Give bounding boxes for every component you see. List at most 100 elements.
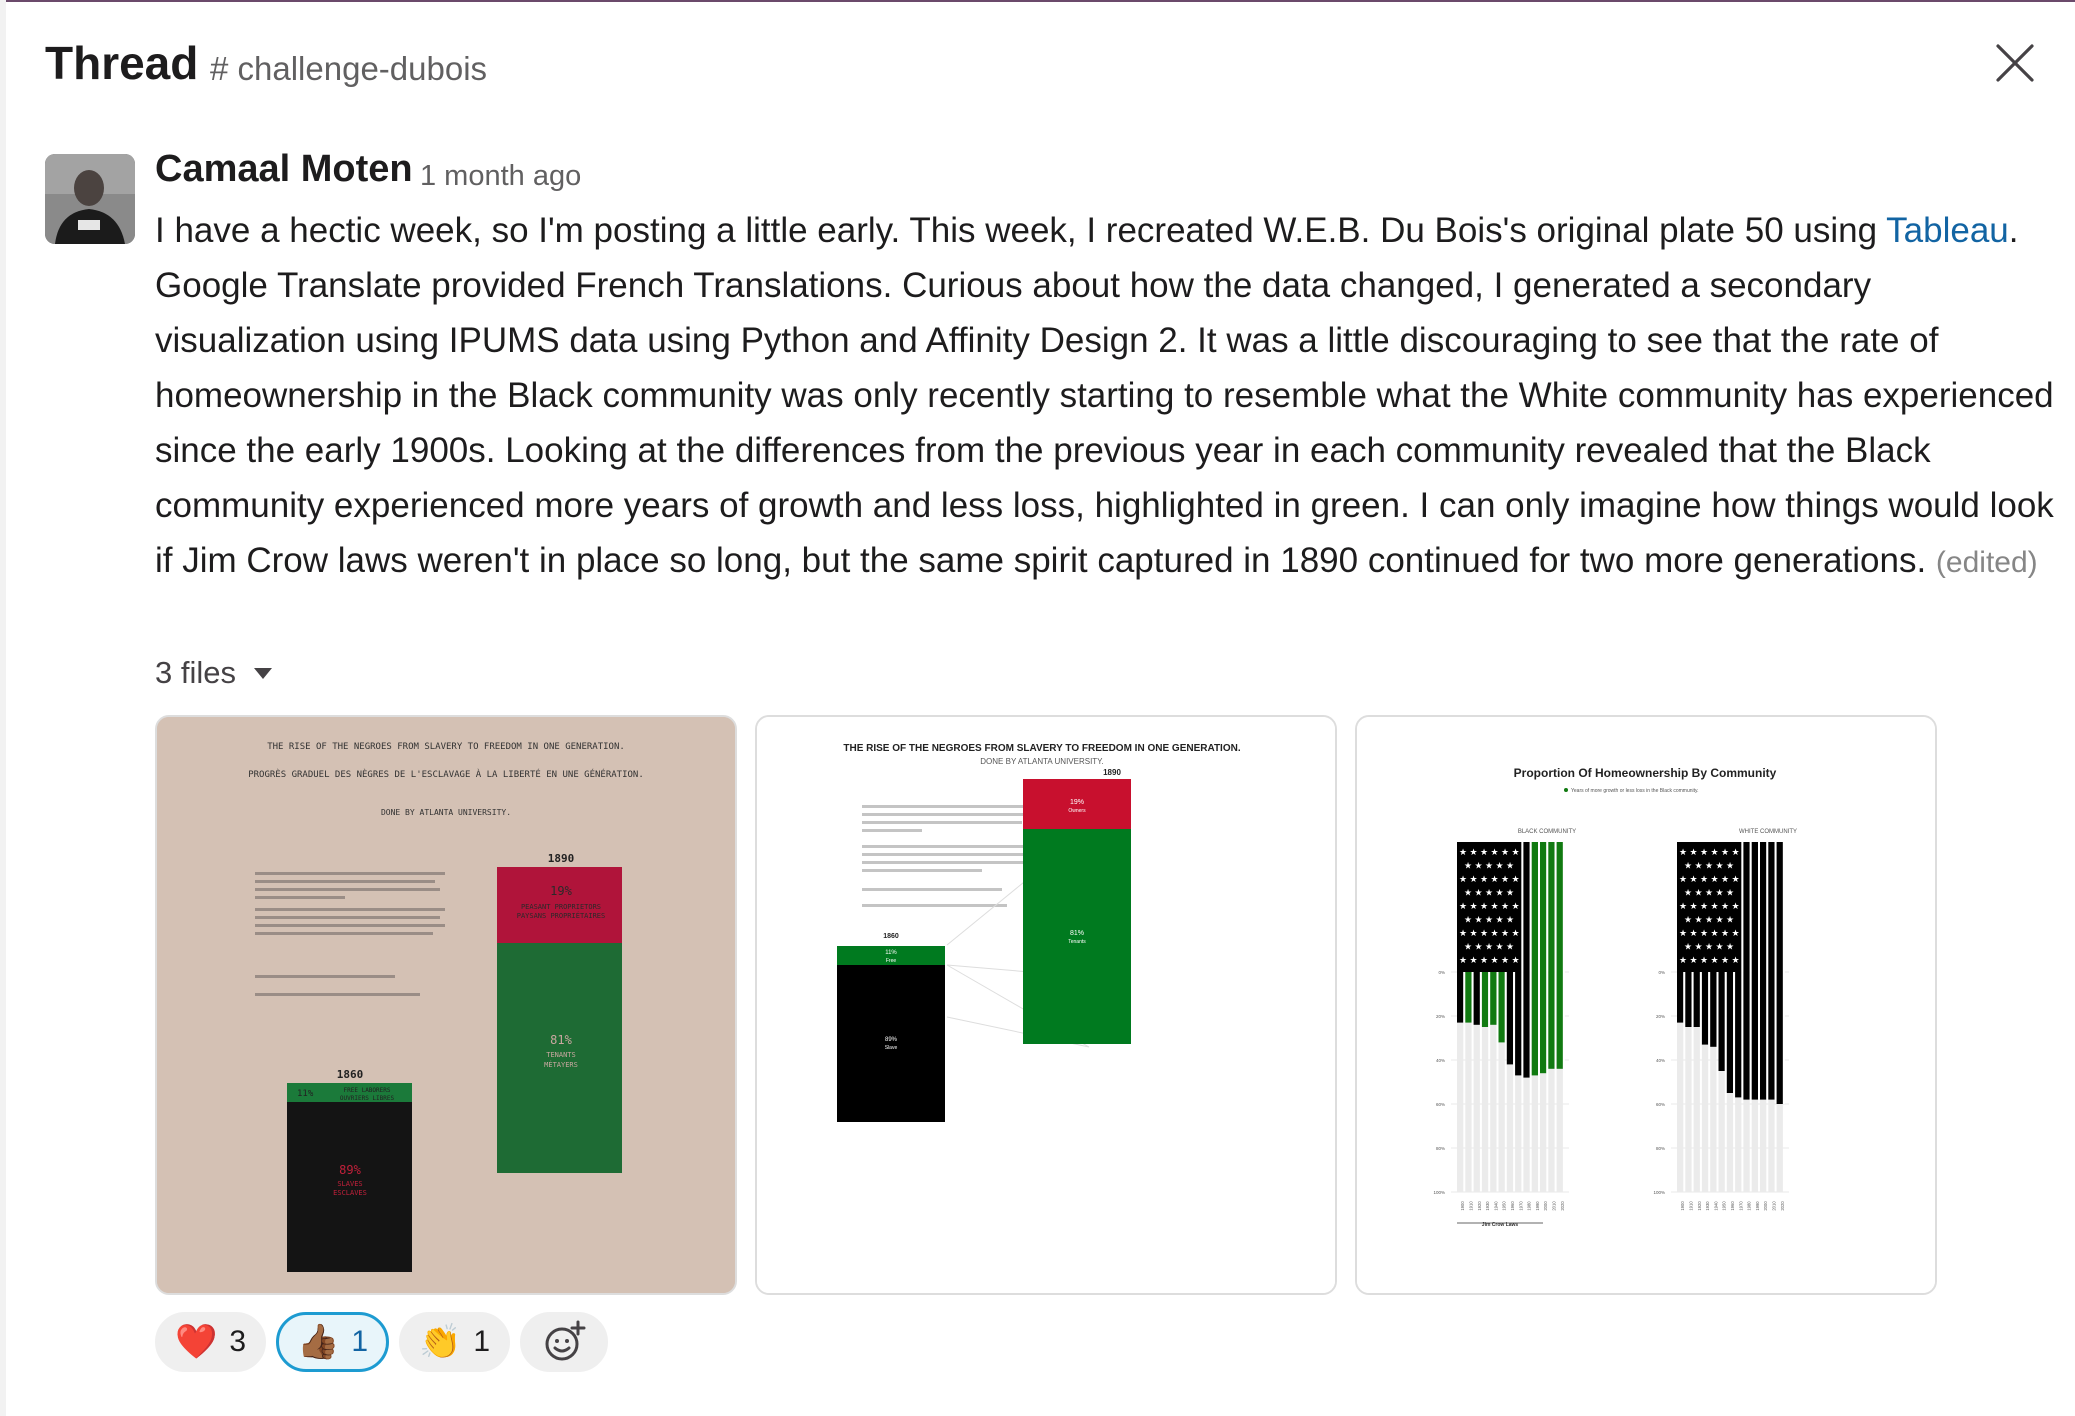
- star-icon: ★: [1715, 888, 1723, 898]
- white-bar: [1768, 842, 1775, 1100]
- plate1-tenants-label-fr: MÉTAYERS: [544, 1060, 578, 1069]
- reactions-bar: ❤️ 3 👍🏾 1 👏 1: [155, 1312, 609, 1372]
- file-attachment-homeownership-chart[interactable]: Proportion Of Homeownership By Community…: [1355, 715, 1937, 1295]
- white-stripe-gap: [1758, 842, 1760, 1100]
- star-icon: ★: [1705, 888, 1713, 898]
- star-icon: ★: [1710, 874, 1718, 884]
- black-x-tick: 1910: [1468, 1201, 1473, 1211]
- star-icon: ★: [1506, 915, 1514, 925]
- reaction-thumbsup[interactable]: 👍🏾 1: [276, 1312, 390, 1372]
- plate2-owners-pct: 19%: [1070, 799, 1084, 806]
- star-icon: ★: [1511, 874, 1519, 884]
- star-icon: ★: [1710, 847, 1718, 857]
- black-x-tick: 1920: [1477, 1201, 1482, 1211]
- black-y-tick: 80%: [1436, 1146, 1445, 1151]
- white-y-tick: 0%: [1658, 970, 1665, 975]
- star-icon: ★: [1689, 901, 1697, 911]
- star-icon: ★: [1464, 915, 1472, 925]
- black-community-label: BLACK COMMUNITY: [1518, 829, 1576, 835]
- star-icon: ★: [1726, 888, 1734, 898]
- star-icon: ★: [1689, 847, 1697, 857]
- star-icon: ★: [1689, 928, 1697, 938]
- files-toggle[interactable]: 3 files: [155, 655, 272, 691]
- star-icon: ★: [1464, 888, 1472, 898]
- plate-original-image: THE RISE OF THE NEGROES FROM SLAVERY TO …: [157, 717, 735, 1293]
- homeownership-chart: Proportion Of Homeownership By Community…: [1357, 717, 1935, 1293]
- star-icon: ★: [1731, 955, 1739, 965]
- star-icon: ★: [1694, 915, 1702, 925]
- heart-emoji-icon: ❤️: [175, 1323, 218, 1361]
- star-icon: ★: [1506, 942, 1514, 952]
- star-icon: ★: [1495, 861, 1503, 871]
- plate1-free-label-fr: OUVRIERS LIBRES: [340, 1095, 395, 1102]
- white-y-tick: 20%: [1656, 1014, 1665, 1019]
- black-y-tick: 60%: [1436, 1102, 1445, 1107]
- jim-crow-label: Jim Crow Laws: [1482, 1222, 1519, 1228]
- plate1-owners-label: PEASANT PROPRIETORS: [521, 903, 601, 911]
- star-icon: ★: [1715, 942, 1723, 952]
- white-y-tick: 40%: [1656, 1058, 1665, 1063]
- reaction-clap[interactable]: 👏 1: [399, 1312, 511, 1372]
- white-bar: [1776, 842, 1783, 1104]
- white-bar: [1760, 842, 1767, 1100]
- star-icon: ★: [1731, 847, 1739, 857]
- star-icon: ★: [1501, 901, 1509, 911]
- reaction-heart[interactable]: ❤️ 3: [155, 1312, 267, 1372]
- tableau-link[interactable]: Tableau: [1886, 211, 2009, 250]
- close-button[interactable]: [1990, 38, 2040, 88]
- black-x-tick: 1940: [1493, 1201, 1498, 1211]
- star-icon: ★: [1469, 955, 1477, 965]
- star-icon: ★: [1474, 861, 1482, 871]
- star-icon: ★: [1474, 915, 1482, 925]
- add-emoji-icon: [545, 1320, 586, 1361]
- star-icon: ★: [1710, 955, 1718, 965]
- author-name[interactable]: Camaal Moten: [155, 148, 413, 191]
- star-icon: ★: [1480, 901, 1488, 911]
- star-icon: ★: [1480, 874, 1488, 884]
- edited-label: (edited): [1935, 546, 2038, 579]
- thread-title: Thread: [45, 37, 199, 89]
- message-timestamp[interactable]: 1 month ago: [420, 160, 581, 193]
- thumbsup-emoji-icon: 👍🏾: [297, 1323, 340, 1361]
- star-icon: ★: [1480, 928, 1488, 938]
- white-x-tick: 1940: [1713, 1201, 1718, 1211]
- plate1-year-1860: 1860: [337, 1068, 364, 1081]
- white-stripe-gap: [1741, 842, 1744, 1098]
- avatar[interactable]: [45, 154, 135, 244]
- black-x-tick: 2010: [1551, 1201, 1556, 1211]
- black-bar: [1523, 842, 1530, 1078]
- star-icon: ★: [1490, 901, 1498, 911]
- star-icon: ★: [1459, 901, 1467, 911]
- star-icon: ★: [1721, 928, 1729, 938]
- star-icon: ★: [1501, 955, 1509, 965]
- plate1-title: THE RISE OF THE NEGROES FROM SLAVERY TO …: [267, 742, 625, 752]
- plate2-credit: DONE BY ATLANTA UNIVERSITY.: [980, 757, 1103, 766]
- star-icon: ★: [1726, 915, 1734, 925]
- plate2-tenants-pct: 81%: [1070, 930, 1084, 937]
- star-icon: ★: [1705, 861, 1713, 871]
- white-stripe-gap: [1774, 842, 1777, 1100]
- add-reaction-button[interactable]: [520, 1312, 609, 1372]
- plate2-year-1890: 1890: [1103, 768, 1121, 777]
- star-icon: ★: [1679, 874, 1687, 884]
- white-bar: [1751, 842, 1758, 1100]
- star-icon: ★: [1710, 901, 1718, 911]
- plate2-free-pct: 11%: [885, 950, 897, 956]
- star-icon: ★: [1495, 915, 1503, 925]
- white-x-tick: 1900: [1680, 1201, 1685, 1211]
- star-icon: ★: [1710, 928, 1718, 938]
- channel-name[interactable]: # challenge-dubois: [210, 50, 487, 88]
- star-icon: ★: [1506, 888, 1514, 898]
- star-icon: ★: [1694, 942, 1702, 952]
- file-attachment-plate-original[interactable]: THE RISE OF THE NEGROES FROM SLAVERY TO …: [155, 715, 737, 1295]
- star-icon: ★: [1511, 901, 1519, 911]
- plate1-owners-pct: 19%: [550, 884, 572, 898]
- white-x-tick: 2010: [1771, 1201, 1776, 1211]
- black-stripe-gap: [1546, 842, 1549, 1074]
- white-y-tick: 60%: [1656, 1102, 1665, 1107]
- plate1-tenants-label: TENANTS: [546, 1051, 576, 1059]
- file-attachment-plate-tableau[interactable]: THE RISE OF THE NEGROES FROM SLAVERY TO …: [755, 715, 1337, 1295]
- black-stripe-gap: [1562, 842, 1565, 1069]
- star-icon: ★: [1731, 901, 1739, 911]
- star-icon: ★: [1679, 955, 1687, 965]
